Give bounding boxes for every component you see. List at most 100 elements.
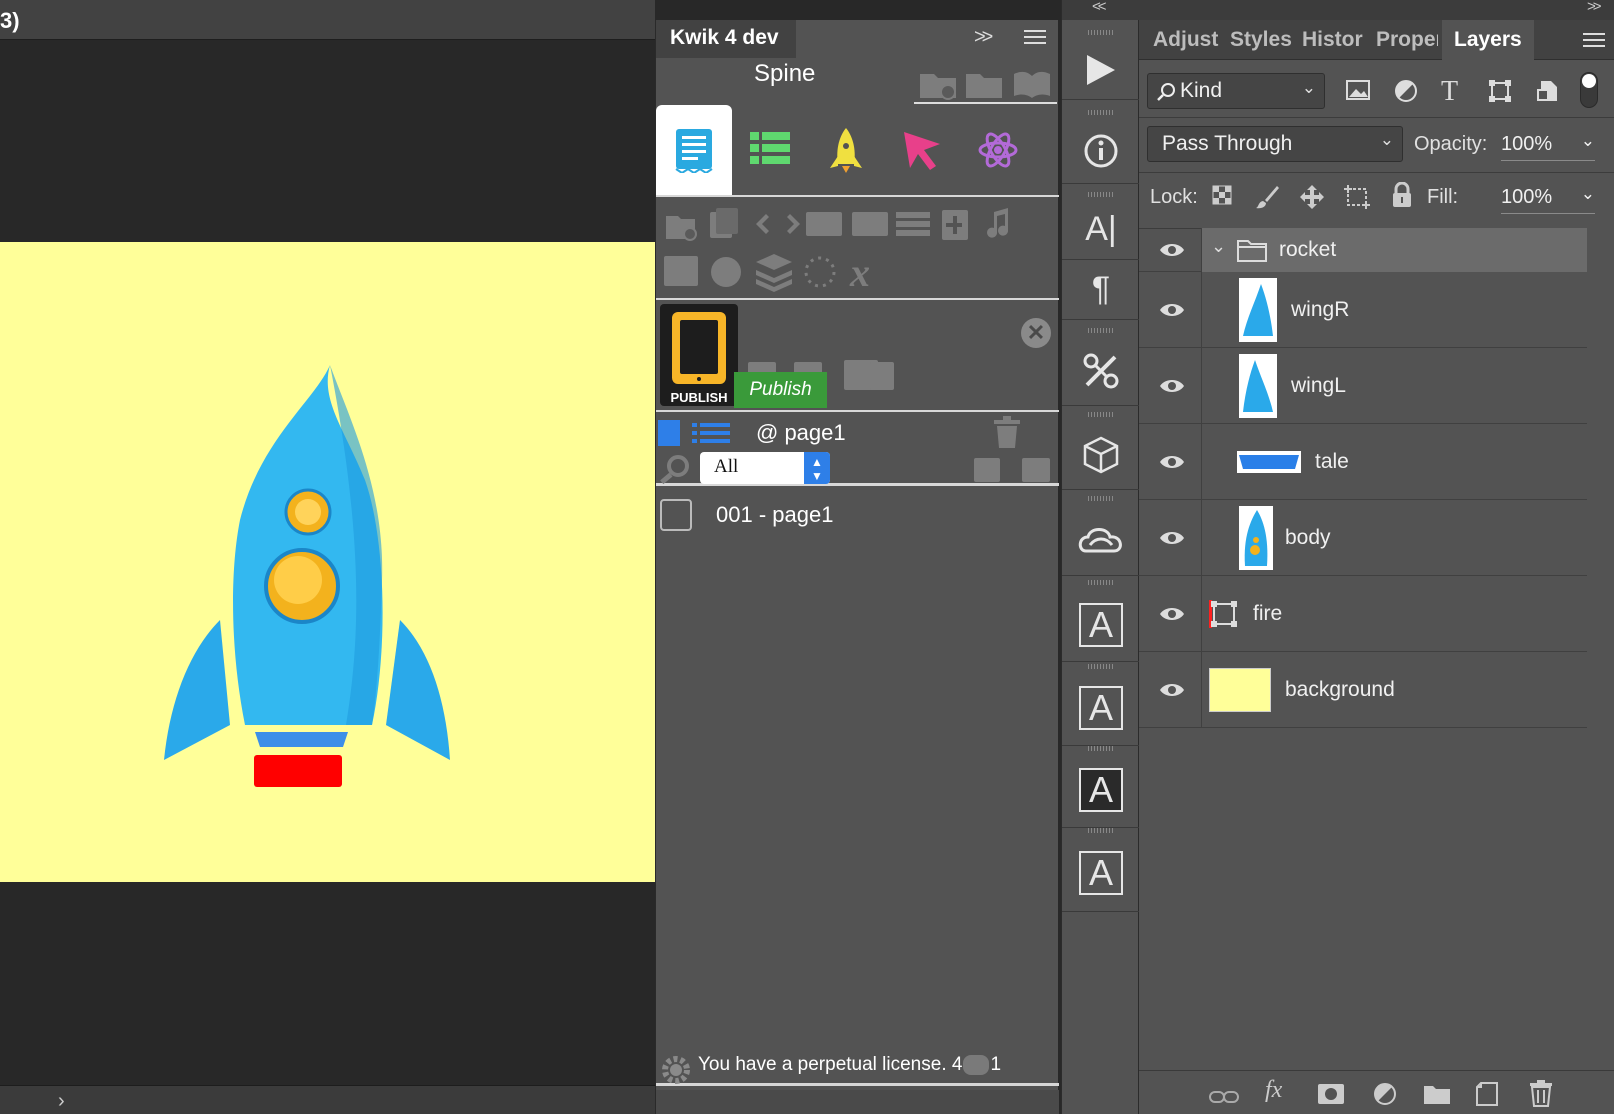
chevron-down-icon: ⌄ — [1379, 130, 1394, 149]
cursor-icon — [904, 132, 940, 170]
char-style-button-1[interactable]: A — [1062, 588, 1140, 662]
physics-tool-button[interactable] — [960, 105, 1036, 195]
collapse-left-icon[interactable]: << — [1092, 0, 1106, 15]
interaction-tool-button[interactable] — [884, 105, 960, 195]
status-expand-arrow[interactable]: › — [58, 1090, 65, 1113]
publish-button[interactable]: Publish — [734, 372, 827, 408]
char-style-button-3[interactable]: A — [1062, 752, 1140, 828]
libraries-button[interactable] — [1062, 504, 1140, 576]
layers-scrollbar[interactable] — [1587, 228, 1614, 1070]
lock-transparency-icon[interactable] — [1212, 185, 1234, 207]
collapse-right-icon[interactable]: >> — [1587, 0, 1601, 15]
new-adjustment-icon[interactable] — [1373, 1082, 1397, 1106]
new-folder-icon[interactable] — [918, 68, 958, 100]
visibility-eye-icon[interactable] — [1159, 681, 1185, 699]
new-group-icon[interactable] — [1423, 1083, 1451, 1105]
list-tool-button[interactable] — [732, 105, 808, 195]
visibility-eye-icon[interactable] — [1159, 241, 1185, 259]
layers-bottom-bar: fx — [1139, 1070, 1614, 1114]
book-icon[interactable] — [1012, 68, 1052, 100]
lock-move-icon[interactable] — [1298, 183, 1326, 211]
tab-layers[interactable]: Layers — [1442, 20, 1534, 61]
fill-value[interactable]: 100% ⌄ — [1501, 184, 1595, 214]
kwik-menu-icon[interactable] — [1024, 30, 1046, 46]
delete-layer-icon[interactable] — [1529, 1079, 1553, 1107]
layers-panel-header: >> — [1139, 0, 1614, 20]
opacity-value[interactable]: 100% ⌄ — [1501, 131, 1595, 161]
lock-all-icon[interactable] — [1391, 182, 1413, 208]
page-filter-select[interactable]: All ▲ ▼ — [700, 452, 830, 484]
visibility-eye-icon[interactable] — [1159, 301, 1185, 319]
page-filter-actions[interactable] — [974, 452, 1054, 484]
filter-shape-icon[interactable] — [1487, 78, 1513, 104]
char-style-button-4[interactable]: A — [1062, 834, 1140, 912]
filter-pixel-icon[interactable] — [1345, 78, 1371, 102]
char-style-button-2[interactable]: A — [1062, 670, 1140, 746]
visibility-eye-icon[interactable] — [1159, 529, 1185, 547]
tool-presets-button[interactable] — [1062, 336, 1140, 406]
layer-name: wingL — [1291, 373, 1346, 397]
link-layers-icon[interactable] — [1209, 1089, 1239, 1105]
rocket-artwork[interactable] — [150, 360, 470, 800]
close-icon[interactable]: ✕ — [1021, 318, 1051, 348]
search-icon[interactable] — [660, 454, 692, 484]
layer-row-fire[interactable]: fire — [1139, 576, 1587, 652]
document-tool-button[interactable] — [656, 105, 732, 195]
layer-row-body[interactable]: body — [1139, 500, 1587, 576]
page-list-item[interactable]: 001 - page1 — [656, 490, 1059, 536]
filter-kind-select[interactable]: Kind ⌄ — [1147, 73, 1325, 109]
paragraph-button[interactable]: ¶ — [1062, 260, 1140, 320]
filter-smart-object-icon[interactable] — [1535, 78, 1561, 104]
kwik-panel: Kwik 4 dev >> Spine x PUBLISH Publish ✕ … — [655, 20, 1059, 1114]
layer-name: background — [1285, 677, 1395, 701]
open-folder-icon[interactable] — [964, 68, 1004, 100]
tab-properties[interactable]: Proper — [1376, 28, 1438, 52]
document-tab-title[interactable]: 3) — [0, 8, 20, 34]
lock-artboard-icon[interactable] — [1343, 184, 1371, 210]
filter-type-icon[interactable]: T — [1441, 76, 1458, 108]
layer-row-background[interactable]: background — [1139, 652, 1587, 728]
rocket-fire — [254, 755, 342, 787]
lock-brush-icon[interactable] — [1255, 184, 1281, 210]
layer-row-tale[interactable]: tale — [1139, 424, 1587, 500]
secondary-tools-icons[interactable]: x — [660, 204, 1056, 296]
fx-icon[interactable]: fx — [1265, 1077, 1282, 1104]
rocket-icon — [830, 128, 862, 173]
rocket-tool-button[interactable] — [808, 105, 884, 195]
info-button[interactable] — [1062, 118, 1140, 184]
pages-icon — [710, 208, 738, 238]
kwik-tab[interactable]: Kwik 4 dev — [656, 20, 796, 58]
character-button[interactable]: A| — [1062, 200, 1140, 260]
blend-mode-select[interactable]: Pass Through ⌄ — [1147, 126, 1403, 162]
visibility-eye-icon[interactable] — [1159, 453, 1185, 471]
new-layer-icon[interactable] — [1475, 1081, 1499, 1107]
filter-adjustment-icon[interactable] — [1393, 78, 1419, 104]
layers-menu-icon[interactable] — [1583, 33, 1605, 49]
kwik-collapse-icon[interactable]: >> — [974, 26, 993, 49]
page-view-toggle[interactable] — [658, 420, 734, 446]
gear-icon[interactable] — [660, 1054, 692, 1086]
search-icon — [1157, 83, 1175, 101]
kwik-resize-grip[interactable] — [656, 1090, 1059, 1114]
add-mask-icon[interactable] — [1317, 1083, 1345, 1105]
lock-label: Lock: — [1150, 186, 1198, 208]
visibility-eye-icon[interactable] — [1159, 605, 1185, 623]
play-button[interactable] — [1062, 40, 1140, 100]
info-icon — [1084, 134, 1118, 167]
layer-row-wingL[interactable]: wingL — [1139, 348, 1587, 424]
3d-button[interactable] — [1062, 420, 1140, 490]
layer-thumbnail — [1239, 277, 1277, 342]
chevron-down-icon[interactable]: ⌄ — [1211, 236, 1226, 257]
tab-styles[interactable]: Styles — [1230, 28, 1292, 52]
page-view-icon — [658, 420, 680, 446]
filter-toggle[interactable] — [1580, 72, 1598, 108]
layer-row-rocket[interactable]: ⌄ rocket — [1139, 228, 1587, 272]
layers-stack-icon — [756, 254, 792, 292]
visibility-eye-icon[interactable] — [1159, 377, 1185, 395]
tab-adjustments[interactable]: Adjust — [1153, 28, 1221, 52]
page-checkbox[interactable] — [660, 499, 692, 531]
layer-row-wingR[interactable]: wingR — [1139, 272, 1587, 348]
tab-history[interactable]: Histor — [1302, 28, 1363, 52]
trash-icon[interactable] — [994, 416, 1020, 448]
publish-device-button[interactable]: PUBLISH — [660, 304, 738, 406]
